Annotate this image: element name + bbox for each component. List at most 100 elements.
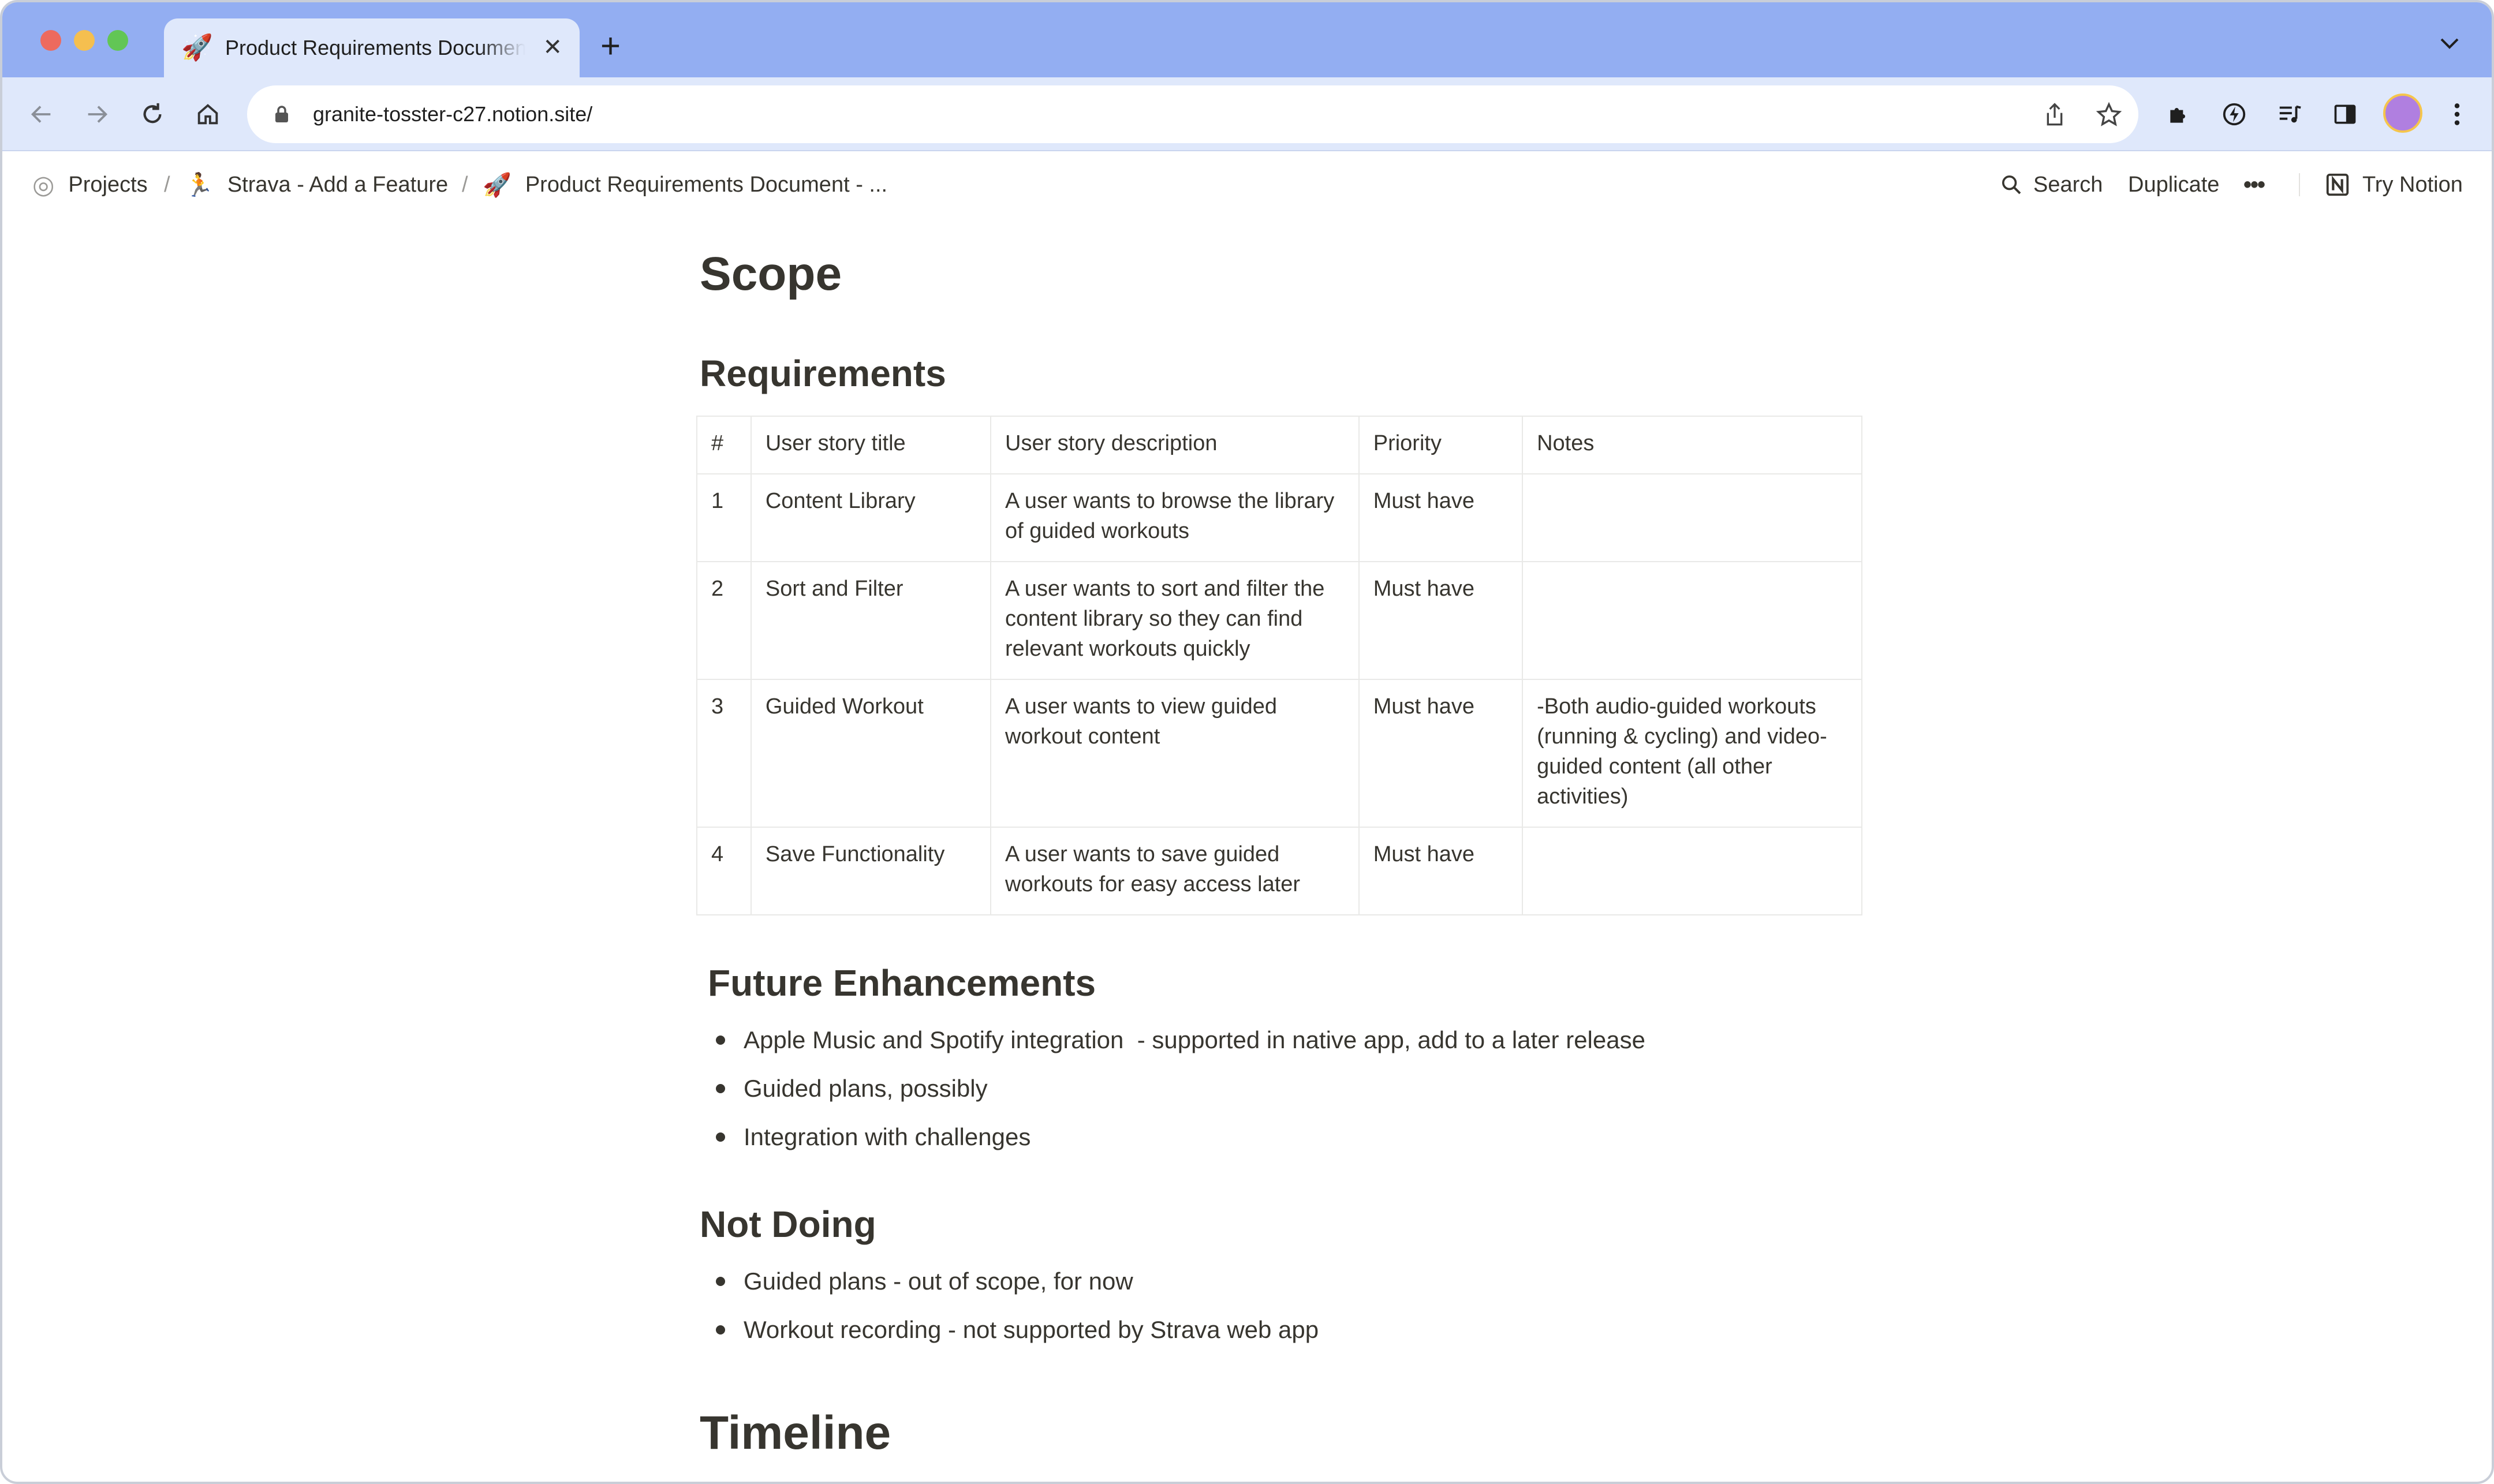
extensions-puzzle-icon[interactable] — [2160, 96, 2197, 133]
list-item[interactable]: Guided plans, possibly — [711, 1064, 1645, 1113]
close-window-button[interactable] — [40, 30, 61, 51]
table-cell[interactable]: Must have — [1358, 827, 1524, 915]
breadcrumb-separator: / — [462, 172, 468, 197]
address-bar[interactable]: granite-tosster-c27.notion.site/ — [247, 85, 2138, 143]
breadcrumb-label: Product Requirements Document - ... — [525, 172, 888, 197]
list-item-text: Guided plans, possibly — [744, 1075, 988, 1102]
not-doing-list: Guided plans - out of scope, for now Wor… — [711, 1257, 1319, 1354]
bullet-icon — [716, 1325, 725, 1335]
extension-bolt-icon[interactable] — [2216, 96, 2253, 133]
list-item-text: Guided plans - out of scope, for now — [744, 1268, 1133, 1295]
bullet-icon — [716, 1036, 725, 1045]
list-item[interactable]: Guided plans - out of scope, for now — [711, 1257, 1319, 1306]
table-cell[interactable]: 3 — [696, 679, 752, 828]
browser-tab-active[interactable]: 🚀 Product Requirements Document - Strava… — [164, 18, 580, 77]
table-cell[interactable]: 4 — [696, 827, 752, 915]
table-cell[interactable] — [1522, 473, 1862, 562]
breadcrumb-separator: / — [164, 172, 170, 197]
notion-topbar: ◎ Projects / 🏃 Strava - Add a Feature / … — [2, 151, 2492, 218]
more-options-icon[interactable]: ••• — [2243, 151, 2265, 218]
bullet-icon — [716, 1084, 725, 1093]
table-row: 2 Sort and Filter A user wants to sort a… — [696, 561, 1862, 680]
heading-requirements: Requirements — [700, 353, 946, 394]
browser-window: 🚀 Product Requirements Document - Strava… — [0, 0, 2494, 1484]
table-cell[interactable]: Content Library — [750, 473, 992, 562]
profile-avatar[interactable] — [2383, 94, 2422, 133]
heading-future-enhancements: Future Enhancements — [708, 962, 1096, 1004]
table-cell[interactable]: Must have — [1358, 561, 1524, 680]
future-enhancements-list: Apple Music and Spotify integration - su… — [711, 1016, 1645, 1161]
table-cell[interactable]: Must have — [1358, 473, 1524, 562]
minimize-window-button[interactable] — [74, 30, 95, 51]
table-header-row: # User story title User story descriptio… — [696, 416, 1862, 474]
list-item-text: Integration with challenges — [744, 1123, 1031, 1150]
search-icon — [2002, 175, 2021, 195]
target-icon: ◎ — [32, 170, 55, 199]
lock-icon[interactable] — [270, 103, 293, 126]
list-item-text: Workout recording - not supported by Str… — [744, 1316, 1319, 1343]
search-button[interactable]: Search — [2000, 151, 2103, 218]
table-header-cell: # — [696, 416, 752, 474]
requirements-table: # User story title User story descriptio… — [696, 416, 1862, 915]
list-item[interactable]: Apple Music and Spotify integration - su… — [711, 1016, 1645, 1064]
tab-title: Product Requirements Document - Strava — [225, 36, 525, 59]
table-header-cell: Notes — [1522, 416, 1862, 474]
url-text: granite-tosster-c27.notion.site/ — [313, 102, 593, 126]
duplicate-button[interactable]: Duplicate — [2128, 151, 2219, 218]
table-cell[interactable]: A user wants to browse the library of gu… — [990, 473, 1360, 562]
rocket-icon: 🚀 — [483, 172, 512, 198]
list-item[interactable]: Integration with challenges — [711, 1113, 1645, 1161]
breadcrumb-label: Projects — [68, 172, 148, 197]
breadcrumb-prd[interactable]: 🚀 Product Requirements Document - ... — [483, 151, 887, 218]
media-queue-icon[interactable] — [2271, 96, 2308, 133]
maximize-window-button[interactable] — [107, 30, 128, 51]
list-item[interactable]: Workout recording - not supported by Str… — [711, 1306, 1319, 1354]
table-cell[interactable]: Save Functionality — [750, 827, 992, 915]
list-item-text: Apple Music and Spotify integration - su… — [744, 1026, 1645, 1053]
reload-icon[interactable] — [134, 96, 171, 133]
table-cell[interactable]: Must have — [1358, 679, 1524, 828]
table-cell[interactable]: 2 — [696, 561, 752, 680]
table-cell[interactable]: A user wants to save guided workouts for… — [990, 827, 1360, 915]
breadcrumb-strava[interactable]: 🏃 Strava - Add a Feature — [185, 151, 448, 218]
table-cell[interactable]: Guided Workout — [750, 679, 992, 828]
table-header-cell: User story title — [750, 416, 992, 474]
table-cell[interactable]: Sort and Filter — [750, 561, 992, 680]
topbar-divider — [2299, 173, 2300, 196]
table-row: 1 Content Library A user wants to browse… — [696, 473, 1862, 562]
home-icon[interactable] — [189, 96, 226, 133]
table-cell[interactable]: -Both audio-guided workouts (running & c… — [1522, 679, 1862, 828]
search-label: Search — [2033, 172, 2103, 197]
tab-search-chevron-icon[interactable] — [2440, 32, 2459, 55]
table-cell[interactable]: A user wants to sort and filter the cont… — [990, 561, 1360, 680]
table-cell[interactable]: 1 — [696, 473, 752, 562]
tab-bar: 🚀 Product Requirements Document - Strava… — [2, 2, 2492, 77]
new-tab-button[interactable]: + — [600, 29, 621, 63]
table-cell[interactable] — [1522, 827, 1862, 915]
breadcrumb-projects[interactable]: ◎ Projects — [32, 151, 148, 218]
rocket-icon: 🚀 — [181, 33, 213, 62]
heading-scope: Scope — [700, 248, 842, 300]
try-notion-label: Try Notion — [2362, 172, 2463, 197]
bookmark-star-icon[interactable] — [2094, 100, 2123, 129]
breadcrumb-label: Strava - Add a Feature — [227, 172, 449, 197]
close-tab-icon[interactable]: ✕ — [543, 36, 562, 59]
try-notion-button[interactable]: Try Notion — [2324, 151, 2463, 218]
table-cell[interactable] — [1522, 561, 1862, 680]
heading-not-doing: Not Doing — [700, 1203, 876, 1245]
runner-icon: 🏃 — [185, 172, 214, 198]
browser-menu-kebab-icon[interactable] — [2439, 96, 2476, 133]
table-header-cell: User story description — [990, 416, 1360, 474]
table-cell[interactable]: A user wants to view guided workout cont… — [990, 679, 1360, 828]
bullet-icon — [716, 1277, 725, 1286]
side-panel-icon[interactable] — [2327, 96, 2364, 133]
notion-logo-icon — [2326, 173, 2349, 196]
table-row: 3 Guided Workout A user wants to view gu… — [696, 679, 1862, 828]
bullet-icon — [716, 1132, 725, 1142]
back-arrow-icon[interactable] — [23, 96, 60, 133]
table-header-cell: Priority — [1358, 416, 1524, 474]
heading-timeline: Timeline — [700, 1407, 891, 1459]
browser-toolbar: granite-tosster-c27.notion.site/ — [2, 77, 2492, 151]
forward-arrow-icon[interactable] — [79, 96, 115, 133]
share-icon[interactable] — [2040, 100, 2069, 129]
